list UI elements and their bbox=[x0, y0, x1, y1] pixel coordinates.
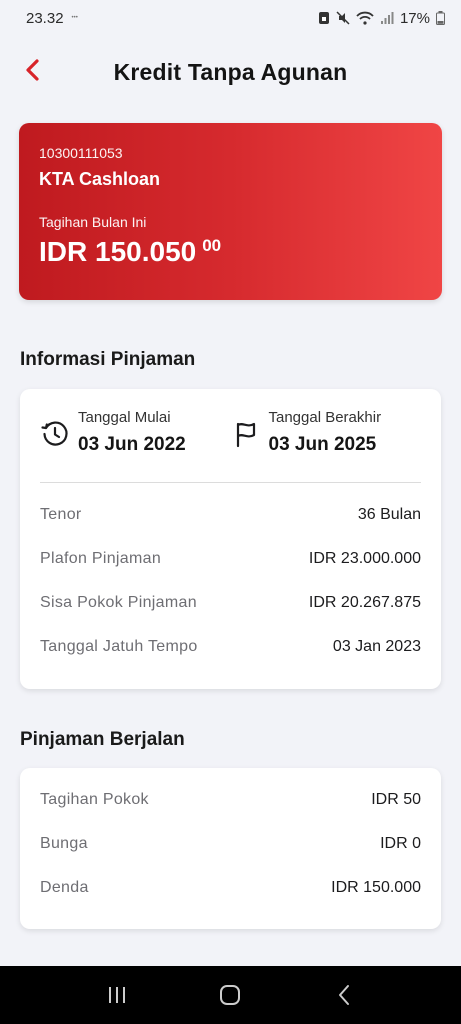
running-loan-title: Pinjaman Berjalan bbox=[20, 729, 185, 750]
end-date-label: Tanggal Berakhir bbox=[268, 409, 382, 426]
status-notification-text: ••• bbox=[71, 15, 78, 21]
sim-lock-icon bbox=[318, 11, 330, 25]
row-label: Tanggal Jatuh Tempo bbox=[40, 638, 198, 655]
row-value: 03 Jan 2023 bbox=[332, 638, 421, 655]
loan-dates-row: Tanggal Mulai 03 Jun 2022 Tanggal Berakh… bbox=[20, 389, 441, 482]
status-left: 23.32 ••• bbox=[26, 10, 78, 27]
home-button[interactable] bbox=[210, 975, 250, 1015]
start-date-value: 03 Jun 2022 bbox=[78, 434, 186, 455]
running-loan-row-denda: Denda IDR 150.000 bbox=[20, 866, 441, 910]
loan-info-row-sisa-pokok: Sisa Pokok Pinjaman IDR 20.267.875 bbox=[20, 581, 441, 625]
signal-icon bbox=[380, 11, 394, 25]
row-label: Sisa Pokok Pinjaman bbox=[40, 594, 197, 611]
recent-apps-icon bbox=[108, 987, 125, 1003]
battery-text: 17% bbox=[399, 9, 430, 27]
start-date-label: Tanggal Mulai bbox=[78, 409, 171, 426]
mute-icon bbox=[336, 11, 350, 25]
chevron-left-icon bbox=[26, 59, 39, 81]
account-card: 10300111053 KTA Cashloan Tagihan Bulan I… bbox=[19, 123, 442, 300]
loan-info-title: Informasi Pinjaman bbox=[20, 349, 196, 370]
chevron-left-icon bbox=[339, 985, 350, 1005]
history-clock-icon bbox=[41, 421, 68, 446]
running-loan-card: Tagihan Pokok IDR 50 Bunga IDR 0 Denda I… bbox=[20, 768, 441, 929]
home-icon bbox=[220, 985, 241, 1005]
status-time: 23.32 bbox=[26, 9, 64, 27]
system-nav-bar bbox=[0, 966, 461, 1024]
flag-icon bbox=[236, 422, 255, 448]
account-name: KTA Cashloan bbox=[39, 169, 161, 189]
row-value: IDR 50 bbox=[371, 791, 421, 808]
start-date-block: Tanggal Mulai 03 Jun 2022 bbox=[40, 409, 231, 482]
row-value: IDR 150.000 bbox=[331, 879, 421, 896]
account-number: 10300111053 bbox=[39, 145, 123, 161]
bill-amount-container: IDR 150.050 00 bbox=[39, 236, 422, 268]
bill-amount-decimal: 00 bbox=[202, 236, 222, 255]
row-value: IDR 23.000.000 bbox=[308, 550, 421, 567]
row-label: Tagihan Pokok bbox=[40, 791, 149, 808]
row-value: 36 Bulan bbox=[357, 506, 421, 523]
back-nav-button[interactable] bbox=[324, 975, 364, 1015]
end-date-value: 03 Jun 2025 bbox=[268, 434, 377, 455]
back-button[interactable] bbox=[18, 56, 46, 84]
row-value: IDR 20.267.875 bbox=[308, 594, 421, 611]
status-right: 17% bbox=[318, 10, 445, 27]
loan-info-row-jatuh-tempo: Tanggal Jatuh Tempo 03 Jan 2023 bbox=[20, 625, 441, 669]
wifi-icon bbox=[356, 11, 374, 25]
page-title: Kredit Tanpa Agunan bbox=[113, 58, 348, 85]
row-value: IDR 0 bbox=[380, 835, 421, 852]
recent-apps-button[interactable] bbox=[97, 975, 137, 1015]
app-header: Kredit Tanpa Agunan bbox=[0, 44, 461, 100]
row-label: Denda bbox=[40, 879, 89, 896]
status-bar: 23.32 ••• 17% bbox=[0, 0, 461, 36]
running-loan-row-tagihan-pokok: Tagihan Pokok IDR 50 bbox=[20, 778, 441, 822]
battery-icon bbox=[436, 11, 445, 25]
loan-info-rows: Tenor 36 Bulan Plafon Pinjaman IDR 23.00… bbox=[20, 483, 441, 669]
row-label: Bunga bbox=[40, 835, 88, 852]
bill-amount: IDR 150.050 bbox=[39, 236, 197, 267]
row-label: Plafon Pinjaman bbox=[40, 550, 162, 567]
loan-info-row-tenor: Tenor 36 Bulan bbox=[20, 493, 441, 537]
row-label: Tenor bbox=[40, 506, 82, 523]
running-loan-row-bunga: Bunga IDR 0 bbox=[20, 822, 441, 866]
bill-label: Tagihan Bulan Ini bbox=[39, 214, 147, 230]
loan-info-row-plafon: Plafon Pinjaman IDR 23.000.000 bbox=[20, 537, 441, 581]
end-date-block: Tanggal Berakhir 03 Jun 2025 bbox=[231, 409, 422, 482]
loan-info-card: Tanggal Mulai 03 Jun 2022 Tanggal Berakh… bbox=[20, 389, 441, 689]
